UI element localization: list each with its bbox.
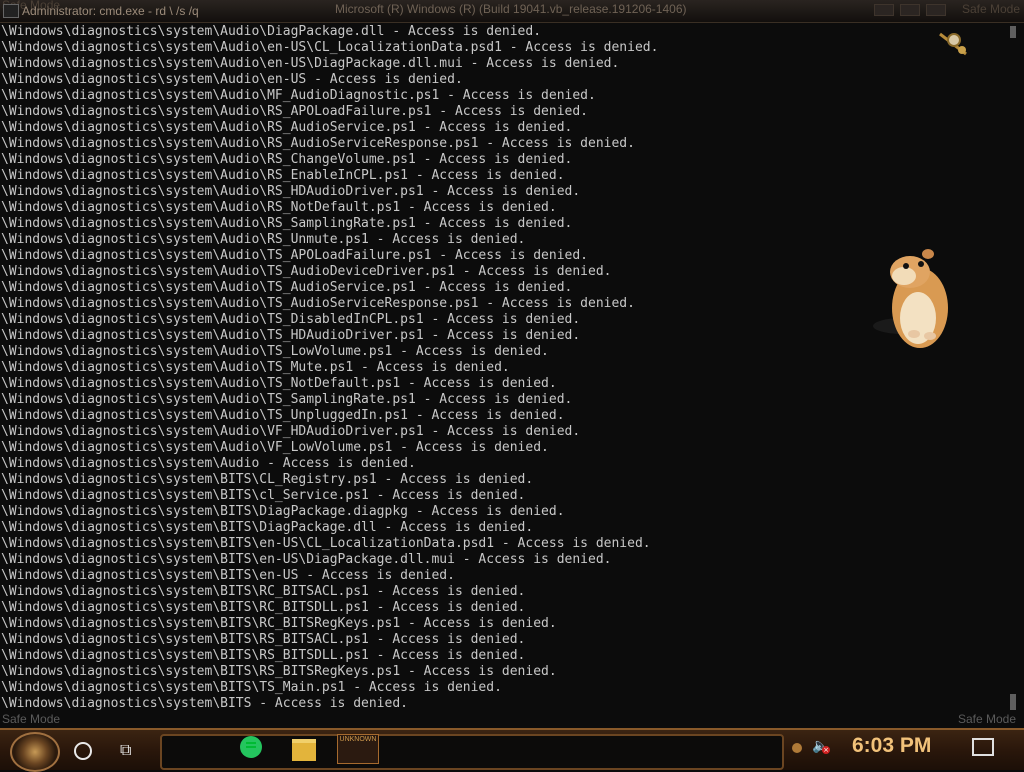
muted-x-icon: ×	[822, 746, 830, 754]
steampunk-gadget-icon	[939, 32, 967, 56]
file-explorer-icon[interactable]	[292, 739, 316, 761]
console-line: \Windows\diagnostics\system\BITS\CL_Regi…	[1, 472, 534, 487]
console-line: \Windows\diagnostics\system\Audio\RS_HDA…	[1, 184, 581, 199]
console-line: \Windows\diagnostics\system\Audio\TS_Dis…	[1, 312, 581, 327]
cmd-icon[interactable]	[3, 4, 19, 18]
taskbar-clock[interactable]: 6:03 PM	[852, 734, 931, 758]
console-line: \Windows\diagnostics\system\Audio\TS_Low…	[1, 344, 549, 359]
window-titlebar: Safe Mode Administrator: cmd.exe - rd \ …	[0, 0, 1024, 23]
console-line: \Windows\diagnostics\system\Audio\TS_Mut…	[1, 360, 510, 375]
console-line: \Windows\diagnostics\system\Audio\TS_Unp…	[1, 408, 565, 423]
pinned-app-label: UNKNOWN	[339, 736, 377, 743]
console-line: \Windows\diagnostics\system\BITS - Acces…	[1, 696, 408, 711]
safe-mode-label-bottom-right: Safe Mode	[957, 712, 1016, 726]
console-line: \Windows\diagnostics\system\BITS\RC_BITS…	[1, 600, 526, 615]
console-output[interactable]: \Windows\diagnostics\system\Audio\DiagPa…	[0, 24, 1006, 724]
console-line: \Windows\diagnostics\system\Audio\TS_HDA…	[1, 328, 581, 343]
console-line: \Windows\diagnostics\system\Audio\en-US\…	[1, 56, 620, 71]
console-line: \Windows\diagnostics\system\Audio\TS_APO…	[1, 248, 588, 263]
console-line: \Windows\diagnostics\system\BITS\DiagPac…	[1, 504, 565, 519]
console-line: \Windows\diagnostics\system\Audio - Acce…	[1, 456, 416, 471]
safe-mode-label-top-right: Safe Mode	[961, 2, 1020, 16]
console-line: \Windows\diagnostics\system\BITS\en-US -…	[1, 568, 455, 583]
tray-gear-icon[interactable]	[792, 743, 802, 753]
console-line: \Windows\diagnostics\system\Audio\TS_Aud…	[1, 264, 612, 279]
console-line: \Windows\diagnostics\system\Audio\RS_APO…	[1, 104, 588, 119]
minimize-button[interactable]	[874, 4, 894, 16]
console-line: \Windows\diagnostics\system\Audio\TS_Sam…	[1, 392, 573, 407]
console-line: \Windows\diagnostics\system\Audio\TS_Aud…	[1, 280, 573, 295]
console-line: \Windows\diagnostics\system\Audio\VF_HDA…	[1, 424, 581, 439]
console-line: \Windows\diagnostics\system\Audio\RS_Aud…	[1, 136, 635, 151]
console-line: \Windows\diagnostics\system\Audio\RS_Sam…	[1, 216, 573, 231]
console-line: \Windows\diagnostics\system\Audio\RS_Aud…	[1, 120, 573, 135]
console-line: \Windows\diagnostics\system\BITS\TS_Main…	[1, 680, 502, 695]
console-line: \Windows\diagnostics\system\Audio\TS_Aud…	[1, 296, 635, 311]
spotify-like-app-icon[interactable]	[240, 736, 262, 758]
console-line: \Windows\diagnostics\system\BITS\RS_BITS…	[1, 664, 557, 679]
console-line: \Windows\diagnostics\system\BITS\DiagPac…	[1, 520, 534, 535]
console-line: \Windows\diagnostics\system\BITS\RS_BITS…	[1, 632, 526, 647]
maximize-button[interactable]	[900, 4, 920, 16]
console-line: \Windows\diagnostics\system\BITS\cl_Serv…	[1, 488, 526, 503]
pinned-app-icon[interactable]: UNKNOWN	[337, 734, 379, 764]
scrollbar-up-arrow[interactable]	[1010, 26, 1016, 38]
safe-mode-label-bottom-left: Safe Mode	[2, 712, 61, 726]
console-line: \Windows\diagnostics\system\Audio\RS_Not…	[1, 200, 557, 215]
console-scrollbar[interactable]	[1008, 24, 1018, 716]
console-line: \Windows\diagnostics\system\BITS\en-US\C…	[1, 536, 651, 551]
console-line: \Windows\diagnostics\system\Audio\DiagPa…	[1, 24, 542, 39]
console-line: \Windows\diagnostics\system\Audio\en-US\…	[1, 40, 659, 55]
console-line: \Windows\diagnostics\system\Audio\en-US …	[1, 72, 463, 87]
volume-muted-icon[interactable]: 🔈 ×	[812, 738, 832, 758]
notification-center-icon[interactable]	[972, 738, 994, 756]
console-line: \Windows\diagnostics\system\Audio\VF_Low…	[1, 440, 549, 455]
console-line: \Windows\diagnostics\system\Audio\RS_Cha…	[1, 152, 573, 167]
console-line: \Windows\diagnostics\system\BITS\RC_BITS…	[1, 584, 526, 599]
scrollbar-thumb[interactable]	[1010, 694, 1016, 710]
console-line: \Windows\diagnostics\system\Audio\TS_Not…	[1, 376, 557, 391]
build-watermark: Microsoft (R) Windows (R) (Build 19041.v…	[335, 2, 687, 16]
console-line: \Windows\diagnostics\system\BITS\en-US\D…	[1, 552, 612, 567]
window-controls	[874, 4, 954, 18]
start-button[interactable]	[10, 732, 60, 772]
task-view-icon[interactable]: ⧉	[120, 740, 140, 759]
window-title: Administrator: cmd.exe - rd \ /s /q	[22, 4, 199, 18]
search-circle-icon[interactable]	[74, 742, 92, 760]
console-line: \Windows\diagnostics\system\Audio\MF_Aud…	[1, 88, 596, 103]
close-button[interactable]	[926, 4, 946, 16]
console-line: \Windows\diagnostics\system\BITS\RS_BITS…	[1, 648, 526, 663]
console-line: \Windows\diagnostics\system\Audio\RS_Unm…	[1, 232, 526, 247]
console-line: \Windows\diagnostics\system\BITS\RC_BITS…	[1, 616, 557, 631]
console-line: \Windows\diagnostics\system\Audio\RS_Ena…	[1, 168, 565, 183]
hamster-icon	[873, 249, 948, 348]
